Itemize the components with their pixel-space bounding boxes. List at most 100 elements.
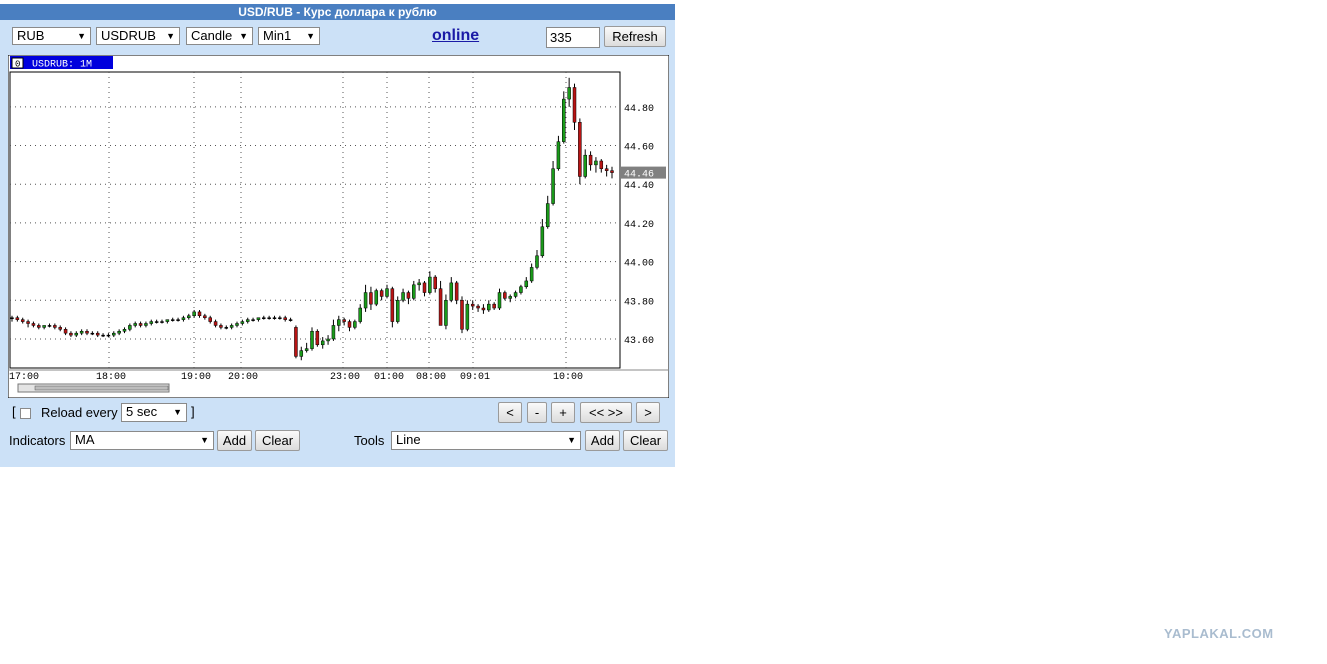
reload-interval-select[interactable]: 5 sec ▼ <box>121 403 187 422</box>
candle-body <box>304 348 309 351</box>
candle-body <box>197 311 202 317</box>
candle-body <box>112 332 116 336</box>
candle-body <box>219 325 223 328</box>
candle-body <box>251 319 255 321</box>
candle-body <box>106 334 111 337</box>
candle-body <box>15 317 20 320</box>
candle-body <box>353 321 357 328</box>
candle-body <box>395 300 400 322</box>
y-tick-label: 44.60 <box>624 143 654 154</box>
tool-select-value: Line <box>396 432 421 447</box>
candle-body <box>299 350 304 357</box>
candle-body <box>213 321 218 326</box>
candle-body <box>347 321 352 328</box>
tool-add-button[interactable]: Add <box>585 430 620 451</box>
candle-body <box>262 317 266 319</box>
indicator-add-button[interactable]: Add <box>217 430 252 451</box>
x-tick-label: 23:00 <box>330 372 360 383</box>
candle-body <box>492 303 496 309</box>
zoom-in-button[interactable]: + <box>551 402 575 423</box>
candle-body <box>310 330 314 349</box>
candle-body <box>524 280 529 287</box>
chevron-down-icon: ▼ <box>173 407 182 417</box>
candle-body <box>133 323 137 326</box>
candle-body <box>160 321 164 323</box>
candle-body <box>412 284 416 299</box>
refresh-button[interactable]: Refresh <box>604 26 666 47</box>
candle-body <box>95 332 100 336</box>
candle-body <box>540 226 545 257</box>
indicator-select[interactable]: MA ▼ <box>70 431 214 450</box>
prev-button[interactable]: < <box>498 402 522 423</box>
candle-body <box>85 330 89 334</box>
candle-body <box>208 317 212 322</box>
candle-body <box>42 325 46 328</box>
watermark: YAPLAKAL.COM <box>1164 626 1274 641</box>
chevron-down-icon: ▼ <box>200 435 209 445</box>
fit-button[interactable]: << >> <box>580 402 632 423</box>
candle-body <box>278 317 282 319</box>
candle-body <box>465 303 470 330</box>
candle-body <box>337 319 341 326</box>
next-button[interactable]: > <box>636 402 660 423</box>
symbol-select[interactable]: USDRUB ▼ <box>96 27 180 45</box>
chart-header-label: USDRUB: 1M <box>32 60 92 71</box>
timeline-scroll-thumb[interactable] <box>34 385 169 391</box>
candle-body <box>567 87 571 100</box>
indicator-clear-button[interactable]: Clear <box>255 430 300 451</box>
zoom-out-button[interactable]: - <box>527 402 547 423</box>
candle-body <box>53 325 57 328</box>
chevron-down-icon: ▼ <box>567 435 576 445</box>
candle-body <box>369 292 373 305</box>
reload-checkbox[interactable] <box>20 408 31 419</box>
indicator-select-value: MA <box>75 432 95 447</box>
x-tick-label: 18:00 <box>96 372 126 383</box>
candle-body <box>47 325 52 327</box>
candle-body <box>20 319 25 322</box>
chevron-down-icon: ▼ <box>77 31 86 41</box>
interval-select[interactable]: Min1 ▼ <box>258 27 320 45</box>
candle-body <box>476 305 480 309</box>
candle-body <box>379 290 384 297</box>
candle-body <box>10 317 14 319</box>
candle-body <box>138 323 143 326</box>
tool-clear-button[interactable]: Clear <box>623 430 668 451</box>
online-link[interactable]: online <box>432 27 479 45</box>
candle-body <box>58 327 62 330</box>
chevron-down-icon: ▼ <box>166 31 175 41</box>
candle-body <box>326 338 330 342</box>
candle-body <box>481 307 486 311</box>
candle-body <box>556 141 561 169</box>
x-tick-label: 08:00 <box>416 372 446 383</box>
candle-body <box>69 332 73 336</box>
candle-body <box>599 160 604 169</box>
candle-body <box>551 168 555 204</box>
candle-body <box>320 340 325 346</box>
widget-title: USD/RUB - Курс доллара к рублю <box>0 4 675 20</box>
candle-body <box>503 292 507 299</box>
candle-body <box>508 296 512 299</box>
candle-body <box>229 325 234 328</box>
candle-body <box>256 317 261 320</box>
candle-body <box>37 325 41 328</box>
candle-body <box>79 330 84 334</box>
bracket-open: [ <box>12 404 16 419</box>
chevron-down-icon: ▼ <box>306 31 315 41</box>
x-tick-label: 10:00 <box>553 372 583 383</box>
candle-body <box>187 315 191 318</box>
chart-type-select[interactable]: Candle ▼ <box>186 27 253 45</box>
tool-select[interactable]: Line ▼ <box>391 431 581 450</box>
candle-body <box>240 321 245 324</box>
candle-body <box>315 330 320 346</box>
candle-body <box>460 300 464 330</box>
currency-select[interactable]: RUB ▼ <box>12 27 91 45</box>
y-tick-label: 44.00 <box>624 259 654 270</box>
candle-body <box>31 323 36 326</box>
candle-body <box>170 319 175 321</box>
period-input[interactable]: 335 <box>546 27 600 48</box>
candle-body <box>578 122 582 177</box>
candle-body <box>63 329 68 334</box>
candle-body <box>342 319 346 322</box>
candle-body <box>444 300 448 326</box>
bracket-close: ] <box>191 404 195 419</box>
